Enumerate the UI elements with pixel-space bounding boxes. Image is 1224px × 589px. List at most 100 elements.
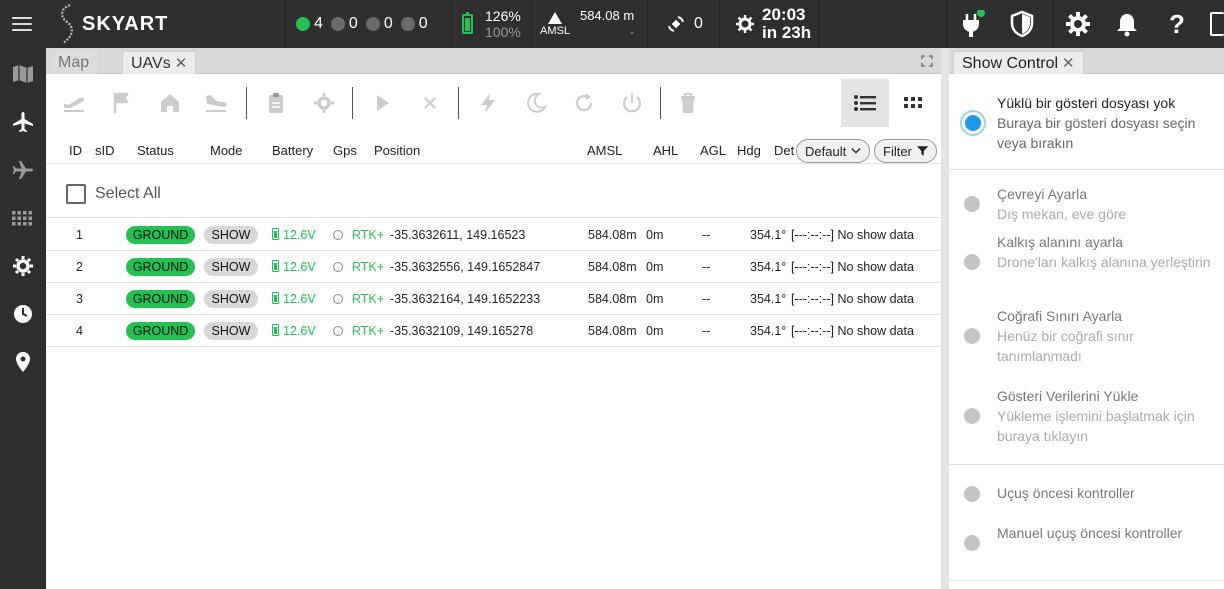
list-view-button[interactable] [841,79,889,127]
clock-summary[interactable]: 20:03 in 23h [719,0,819,48]
maximize-icon[interactable] [921,55,933,67]
play-icon[interactable] [370,91,394,115]
status-dot-icon [296,17,310,31]
col-gps[interactable]: Gps [333,143,357,158]
col-hdg[interactable]: Hdg [737,143,761,158]
col-position[interactable]: Position [374,143,420,158]
right-tabbar: Show Control ✕ [949,48,1224,74]
power-icon[interactable] [620,91,644,115]
sort-select[interactable]: Default [796,139,870,163]
col-amsl[interactable]: AMSL [587,143,622,158]
status-dot-icon [365,17,380,31]
landing-icon[interactable] [204,91,228,115]
window-icon[interactable] [1210,12,1224,36]
settings-icon[interactable] [312,91,336,115]
list-icon [854,95,876,111]
airplane-icon[interactable] [11,110,35,134]
col-ahl[interactable]: AHL [653,143,678,158]
left-sidebar [0,48,46,589]
step-preflight-checks[interactable]: Uçuş öncesi kontroller [949,483,1224,507]
menu-icon[interactable] [12,14,32,34]
takeoff-icon[interactable] [62,91,86,115]
satellite-icon [668,16,684,32]
tab-uavs[interactable]: UAVs ✕ [122,51,197,74]
reload-icon[interactable] [572,91,596,115]
col-agl[interactable]: AGL [700,143,726,158]
filter-icon [916,146,928,156]
step-upload-show-data[interactable]: Gösteri Verilerini Yükle Yükleme işlemin… [949,386,1224,450]
app-logo: SKYART [56,3,168,45]
table-row[interactable]: 4 GROUND SHOW 12.6V RTK+ -35.3632109, 14… [46,315,941,347]
col-mode[interactable]: Mode [210,143,243,158]
step-setup-environment[interactable]: Çevreyi Ayarla Dış mekan, eve göre [949,184,1224,228]
shield-icon[interactable] [1008,10,1036,38]
mode-badge: SHOW [204,258,258,276]
status-badge: GROUND [126,226,195,244]
uav-count-off: 0 [400,15,428,33]
step-pending-icon [964,254,980,270]
table-row[interactable]: 3 GROUND SHOW 12.6V RTK+ -35.3632164, 14… [46,283,941,315]
battery-summary[interactable]: 126% 100% [451,0,531,48]
plug-icon[interactable] [958,10,986,38]
help-icon[interactable]: ? [1163,10,1191,38]
mode-badge: SHOW [204,290,258,308]
table-row[interactable]: 1 GROUND SHOW 12.6V RTK+ -35.3632611, 14… [46,219,941,251]
filter-button[interactable]: Filter [874,139,937,163]
uav-count-error: 0 [365,15,393,33]
select-all-checkbox[interactable] [66,184,86,204]
grid-view-button[interactable] [889,79,937,127]
flag-icon[interactable] [110,91,134,115]
tab-map[interactable]: Map [50,51,98,74]
brand-name: SKYART [82,12,169,35]
col-id[interactable]: ID [69,143,82,158]
battery-icon [462,12,473,34]
select-all-label[interactable]: Select All [95,185,161,203]
close-icon[interactable]: ✕ [1062,55,1075,72]
status-badge: GROUND [126,290,195,308]
col-details[interactable]: Det [774,143,794,158]
map-icon[interactable] [11,62,35,86]
flight-icon[interactable] [11,158,35,182]
uav-status-summary[interactable]: 4 0 0 0 [285,0,451,48]
gear-icon[interactable] [11,254,35,278]
trash-icon[interactable] [676,91,700,115]
rtk-summary[interactable]: 0 [647,0,719,48]
select-all-row: Select All [46,170,941,218]
moon-icon[interactable] [524,91,548,115]
table-row[interactable]: 2 GROUND SHOW 12.6V RTK+ -35.3632556, 14… [46,251,941,283]
table-header: ID sID Status Mode Battery Gps Position … [46,136,941,164]
gps-icon [333,294,343,304]
gps-icon [333,326,343,336]
col-status[interactable]: Status [137,143,174,158]
uav-toolbar [46,75,941,130]
step-pending-icon [964,196,980,212]
tab-show-control[interactable]: Show Control ✕ [953,51,1084,74]
step-setup-geofence[interactable]: Coğrafi Sınırı Ayarla Henüz bir coğrafi … [949,306,1224,370]
close-icon[interactable]: ✕ [175,55,188,72]
home-icon[interactable] [158,91,182,115]
status-dot-icon [330,17,345,31]
show-control-panel: Show Control ✕ Yüklü bir gösteri dosyası … [949,48,1224,589]
col-battery[interactable]: Battery [272,143,313,158]
chevron-down-icon [851,148,861,154]
step-pending-icon [964,486,980,502]
main-tabbar: Map UAVs ✕ [46,48,941,74]
flash-icon[interactable] [476,91,500,115]
col-sid[interactable]: sID [95,143,115,158]
clock-icon[interactable] [11,302,35,326]
cancel-icon[interactable] [418,91,442,115]
mountain-icon [547,12,562,24]
gear-clock-icon [736,15,754,33]
step-setup-takeoff-area[interactable]: Kalkış alanını ayarla Drone'ları kalkış … [949,232,1224,296]
clipboard-icon[interactable] [264,91,288,115]
settings-gear-icon[interactable] [1064,10,1092,38]
panel-splitter[interactable] [941,48,949,589]
altitude-summary[interactable]: AMSL 584.08 m - [531,0,647,48]
uav-count-warning: 0 [330,15,358,33]
step-manual-preflight-checks[interactable]: Manuel uçuş öncesi kontroller [949,523,1224,567]
step-pending-icon [964,535,980,551]
bell-icon[interactable] [1113,10,1141,38]
location-pin-icon[interactable] [11,350,35,374]
grid-icon[interactable] [11,206,35,230]
step-load-show-file[interactable]: Yüklü bir gösteri dosyası yok Buraya bir… [949,88,1224,158]
